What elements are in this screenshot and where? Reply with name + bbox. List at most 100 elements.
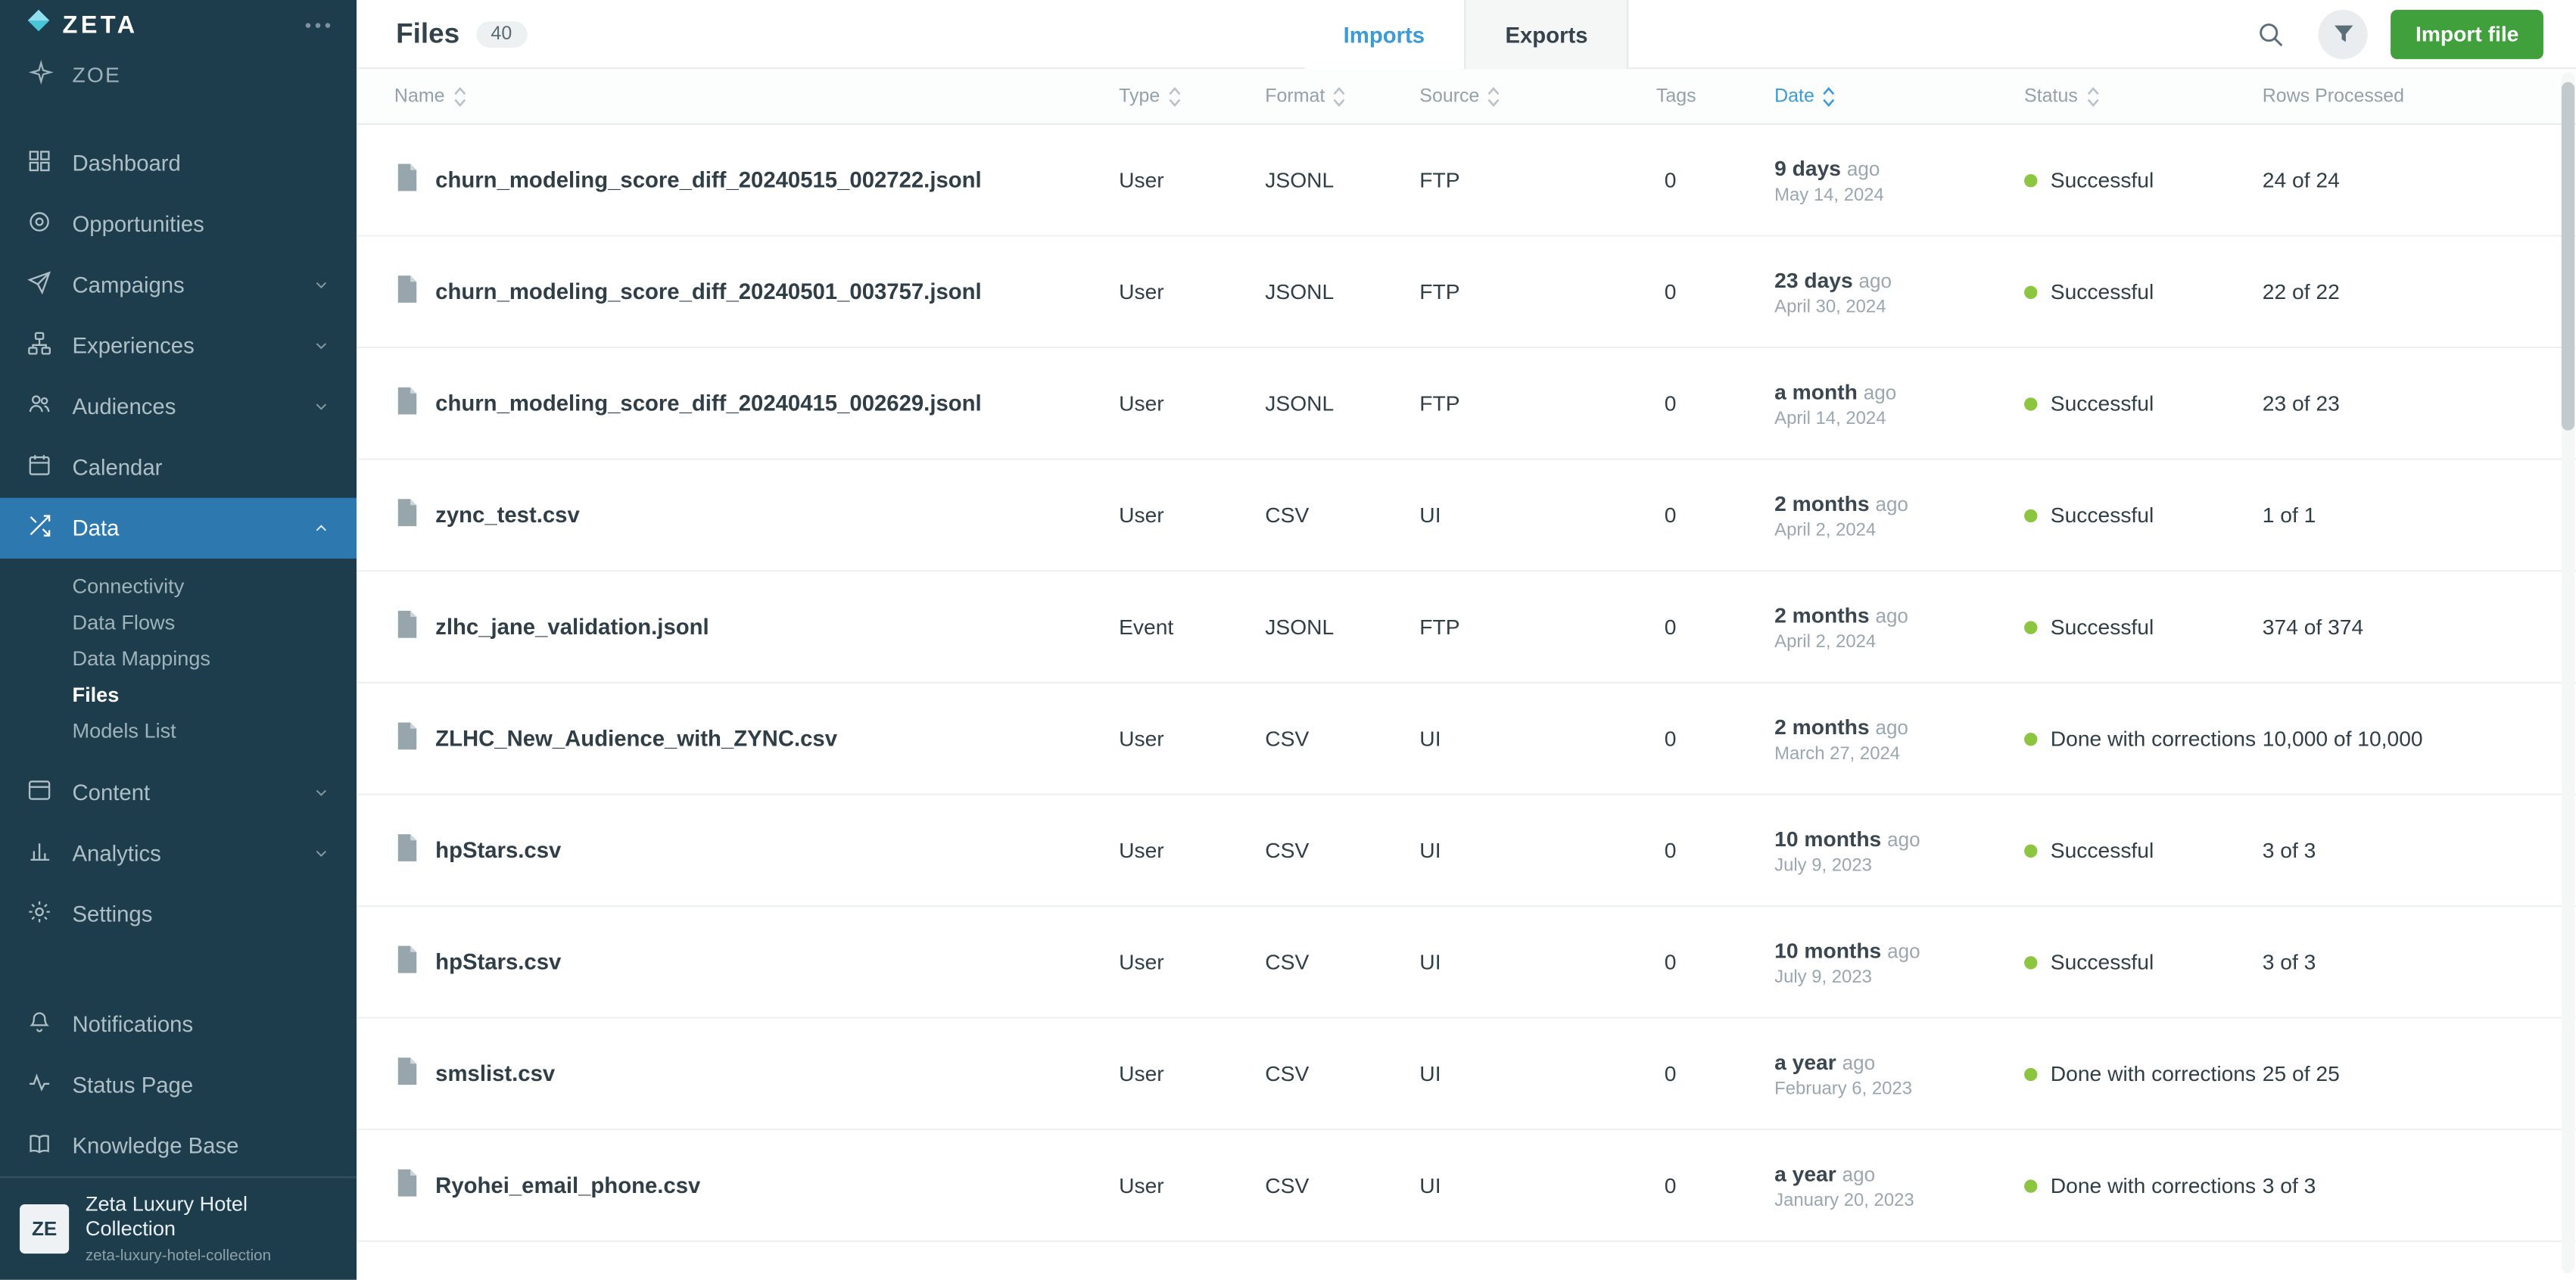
sidebar-item-knowledge-base[interactable]: Knowledge Base bbox=[0, 1115, 357, 1176]
rows-processed: 1 of 1 bbox=[2263, 503, 2543, 528]
account-slug: zeta-luxury-hotel-collection bbox=[86, 1247, 337, 1265]
sidebar-item-data[interactable]: Data bbox=[0, 497, 357, 558]
status-label: Done with corrections bbox=[2051, 1061, 2256, 1086]
main-content: Files 40 Imports Exports Import file Nam… bbox=[357, 0, 2576, 1280]
file-format: JSONL bbox=[1265, 167, 1419, 192]
imports-exports-tabs: Imports Exports bbox=[1304, 0, 1629, 69]
column-header-date[interactable]: Date bbox=[1774, 86, 2024, 106]
more-options-icon[interactable] bbox=[306, 23, 331, 28]
file-date: 10 months ago July 9, 2023 bbox=[1774, 826, 2024, 875]
table-row[interactable]: Ryohei_email_phone.csv User CSV UI 0 a y… bbox=[357, 1130, 2576, 1242]
sidebar-item-status-page[interactable]: Status Page bbox=[0, 1054, 357, 1115]
import-file-button[interactable]: Import file bbox=[2391, 9, 2543, 58]
table-row[interactable]: zlhc_jane_validation.jsonl Event JSONL F… bbox=[357, 571, 2576, 684]
file-name: zync_test.csv bbox=[435, 503, 580, 528]
file-icon bbox=[394, 1057, 419, 1092]
filter-icon[interactable] bbox=[2319, 9, 2368, 58]
sidebar-item-files[interactable]: Files bbox=[0, 677, 357, 713]
file-tags-count: 0 bbox=[1656, 615, 1774, 640]
file-icon bbox=[394, 945, 419, 979]
sidebar-item-campaigns[interactable]: Campaigns bbox=[0, 254, 357, 315]
sidebar-item-models-list[interactable]: Models List bbox=[0, 712, 357, 749]
sidebar-item-audiences[interactable]: Audiences bbox=[0, 376, 357, 437]
sidebar-item-data-mappings[interactable]: Data Mappings bbox=[0, 640, 357, 677]
sidebar-item-notifications[interactable]: Notifications bbox=[0, 994, 357, 1054]
file-source: UI bbox=[1419, 503, 1656, 528]
file-tags-count: 0 bbox=[1656, 1173, 1774, 1198]
status-dot bbox=[2024, 1067, 2037, 1080]
tab-imports[interactable]: Imports bbox=[1304, 0, 1465, 69]
sidebar-item-connectivity[interactable]: Connectivity bbox=[0, 568, 357, 604]
status-dot bbox=[2024, 173, 2037, 186]
account-switcher[interactable]: ZE Zeta Luxury Hotel Collection zeta-lux… bbox=[0, 1176, 357, 1280]
status-label: Done with corrections bbox=[2051, 726, 2256, 751]
column-header-format[interactable]: Format bbox=[1265, 86, 1419, 106]
file-name-cell: Ryohei_email_phone.csv bbox=[394, 1168, 1119, 1203]
table-row[interactable]: smslist.csv User CSV UI 0 a year ago Feb… bbox=[357, 1019, 2576, 1131]
table-row[interactable]: churn_modeling_score_diff_20240415_00262… bbox=[357, 348, 2576, 460]
column-header-rows-processed: Rows Processed bbox=[2263, 86, 2543, 106]
status-dot bbox=[2024, 955, 2037, 968]
data-icon bbox=[26, 512, 53, 543]
table-header-row: NameTypeFormatSourceTagsDateStatusRows P… bbox=[357, 69, 2576, 125]
file-date: 23 days ago April 30, 2024 bbox=[1774, 267, 2024, 316]
scrollbar-thumb[interactable] bbox=[2562, 83, 2574, 431]
file-type: User bbox=[1119, 726, 1265, 751]
sidebar-item-dashboard[interactable]: Dashboard bbox=[0, 132, 357, 193]
column-header-type[interactable]: Type bbox=[1119, 86, 1265, 106]
file-type: Event bbox=[1119, 615, 1265, 640]
file-format: JSONL bbox=[1265, 615, 1419, 640]
status-label: Done with corrections bbox=[2051, 1173, 2256, 1198]
table-row[interactable]: hpStars.csv User CSV UI 0 10 months ago … bbox=[357, 796, 2576, 908]
book-icon bbox=[26, 1130, 53, 1161]
sidebar-item-settings[interactable]: Settings bbox=[0, 883, 357, 944]
files-count-badge: 40 bbox=[476, 20, 527, 47]
rows-processed: 3 of 3 bbox=[2263, 950, 2543, 975]
sidebar-header: ZETA bbox=[0, 0, 357, 50]
column-header-source[interactable]: Source bbox=[1419, 86, 1656, 106]
file-type: User bbox=[1119, 1061, 1265, 1086]
file-tags-count: 0 bbox=[1656, 503, 1774, 528]
status-dot bbox=[2024, 397, 2037, 410]
nav-label: Status Page bbox=[73, 1073, 194, 1098]
file-status: Done with corrections bbox=[2024, 1061, 2263, 1086]
sidebar-item-content[interactable]: Content bbox=[0, 762, 357, 823]
sidebar-item-calendar[interactable]: Calendar bbox=[0, 437, 357, 497]
rows-processed: 23 of 23 bbox=[2263, 391, 2543, 416]
sidebar-item-zoe[interactable]: ZOE bbox=[0, 50, 357, 100]
nav-label: Analytics bbox=[73, 841, 161, 866]
zeta-logo-icon bbox=[26, 8, 51, 41]
search-icon[interactable] bbox=[2246, 9, 2295, 58]
rows-processed: 22 of 22 bbox=[2263, 279, 2543, 304]
table-row[interactable]: ZLHC_New_Audience_with_ZYNC.csv User CSV… bbox=[357, 684, 2576, 796]
column-header-status[interactable]: Status bbox=[2024, 86, 2263, 106]
column-header-name[interactable]: Name bbox=[394, 86, 1119, 106]
sidebar-item-analytics[interactable]: Analytics bbox=[0, 823, 357, 883]
file-icon bbox=[394, 163, 419, 198]
file-type: User bbox=[1119, 503, 1265, 528]
account-name: Zeta Luxury Hotel Collection bbox=[86, 1192, 337, 1244]
file-date: 2 months ago March 27, 2024 bbox=[1774, 714, 2024, 763]
tab-exports[interactable]: Exports bbox=[1464, 0, 1629, 69]
table-row[interactable]: hpStars.csv User CSV UI 0 10 months ago … bbox=[357, 907, 2576, 1019]
file-tags-count: 0 bbox=[1656, 167, 1774, 192]
dashboard-icon bbox=[26, 148, 53, 179]
file-icon bbox=[394, 609, 419, 644]
bell-icon bbox=[26, 1008, 53, 1039]
vertical-scrollbar bbox=[2562, 73, 2574, 1274]
sidebar-item-data-flows[interactable]: Data Flows bbox=[0, 604, 357, 640]
table-row[interactable]: churn_modeling_score_diff_20240515_00272… bbox=[357, 125, 2576, 237]
table-row[interactable]: churn_modeling_score_diff_20240501_00375… bbox=[357, 237, 2576, 349]
table-row[interactable]: zync_test.csv User CSV UI 0 2 months ago… bbox=[357, 460, 2576, 572]
file-name: churn_modeling_score_diff_20240515_00272… bbox=[435, 167, 982, 192]
sidebar-item-experiences[interactable]: Experiences bbox=[0, 315, 357, 375]
zeta-logo[interactable]: ZETA bbox=[26, 8, 139, 41]
file-icon bbox=[394, 721, 419, 756]
nav-label: Settings bbox=[73, 902, 153, 927]
sidebar-item-opportunities[interactable]: Opportunities bbox=[0, 194, 357, 254]
sidebar-nav: Dashboard Opportunities Campaigns Experi… bbox=[0, 132, 357, 1176]
file-status: Successful bbox=[2024, 615, 2263, 640]
file-date: 2 months ago April 2, 2024 bbox=[1774, 491, 2024, 540]
file-tags-count: 0 bbox=[1656, 279, 1774, 304]
page-title: Files bbox=[396, 17, 459, 50]
